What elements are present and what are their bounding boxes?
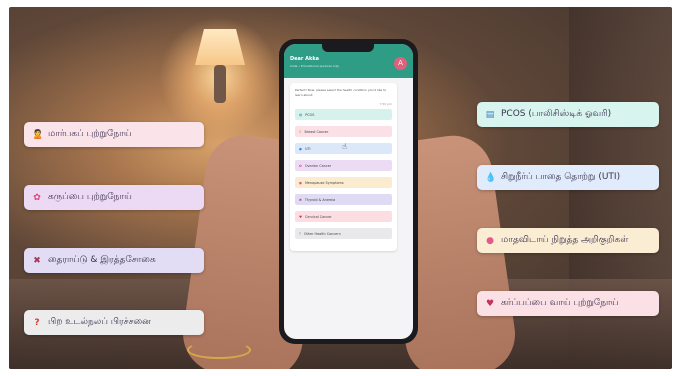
option-cervical-cancer[interactable]: ♥ Cervical Cancer: [295, 211, 392, 222]
option-thyroid-anemia[interactable]: ✖ Thyroid & Anemia: [295, 194, 392, 205]
right-pill-pcos: ▤ PCOS (பாலிசிஸ்டிக் ஓவரி): [477, 102, 659, 127]
right-pill-label: PCOS (பாலிசிஸ்டிக் ஓவரி): [501, 109, 612, 119]
option-pcos[interactable]: ▤ PCOS: [295, 109, 392, 120]
option-label: Menopause Symptoms: [304, 180, 344, 185]
question-icon: ?: [34, 317, 40, 328]
left-pill-label: மார்பகப் புற்றுநோய்: [48, 129, 132, 139]
bracelet: [187, 341, 251, 359]
heart-icon: ♥: [485, 298, 495, 309]
left-pill-other: ? பிற உடல்நலப் பிரச்சனை: [24, 310, 204, 335]
option-label: Breast Cancer: [304, 129, 329, 134]
app-title: Dear Akka: [290, 56, 320, 62]
left-pill-label: கருப்பை புற்றுநோய்: [48, 192, 132, 202]
right-pill-label: சிறுநீர்ப் பாதை தொற்று (UTI): [501, 172, 621, 182]
option-label: UTI: [304, 146, 311, 151]
phone-screen: Dear Akka India • Educational purpose on…: [284, 44, 413, 339]
circle-icon: ●: [299, 180, 302, 185]
lamp-base: [214, 65, 226, 103]
option-breast-cancer[interactable]: ♀ Breast Cancer: [295, 126, 392, 137]
option-label: Thyroid & Anemia: [304, 197, 336, 202]
option-other[interactable]: ? Other Health Concern: [295, 228, 392, 239]
flower-icon: ✿: [299, 163, 302, 168]
left-pill-label: பிற உடல்நலப் பிரச்சனை: [48, 317, 151, 327]
left-pill-breast-cancer: 🙎 மார்பகப் புற்றுநோய்: [24, 122, 204, 147]
phone: Dear Akka India • Educational purpose on…: [279, 39, 418, 344]
right-pill-menopause: ● மாதவிடாய் நிறுத்த அறிகுறிகள்: [477, 228, 659, 253]
option-ovarian-cancer[interactable]: ✿ Ovarian Cancer: [295, 160, 392, 171]
phone-notch: [322, 44, 374, 52]
left-pill-label: தைராய்டு & இரத்தசோகை: [48, 255, 156, 265]
heart-icon: ♥: [299, 214, 303, 219]
message-time: 7:50 pm: [379, 102, 392, 106]
right-pill-uti: 💧 சிறுநீர்ப் பாதை தொற்று (UTI): [477, 165, 659, 190]
right-pill-label: கர்ப்பப்பை வாய் புற்றுநோய்: [501, 298, 619, 308]
option-label: Cervical Cancer: [305, 214, 332, 219]
option-menopause[interactable]: ● Menopause Symptoms: [295, 177, 392, 188]
right-pill-label: மாதவிடாய் நிறுத்த அறிகுறிகள்: [501, 235, 629, 245]
option-label: Ovarian Cancer: [304, 163, 332, 168]
chat-card: Perfect! Now, please select the health c…: [290, 83, 397, 251]
female-icon: 🙎: [32, 129, 44, 140]
avatar[interactable]: A: [394, 57, 407, 70]
document-icon: ▤: [485, 109, 495, 120]
flower-icon: ✿: [33, 192, 41, 203]
butterfly-icon: ✖: [33, 255, 41, 266]
question-icon: ?: [299, 231, 301, 236]
left-pill-thyroid-anemia: ✖ தைராய்டு & இரத்தசோகை: [24, 248, 204, 273]
option-label: Other Health Concern: [303, 231, 341, 236]
butterfly-icon: ✖: [299, 197, 302, 202]
droplet-icon: ●: [299, 146, 302, 151]
right-pill-cervical-cancer: ♥ கர்ப்பப்பை வாய் புற்றுநோய்: [477, 291, 659, 316]
hand-cursor-icon: ☝: [342, 142, 347, 151]
female-icon: ♀: [299, 129, 302, 134]
circle-icon: ●: [486, 235, 494, 246]
app-subtitle: India • Educational purpose only: [290, 64, 340, 68]
document-icon: ▤: [299, 112, 303, 117]
option-label: PCOS: [305, 112, 315, 117]
chat-message: Perfect! Now, please select the health c…: [295, 88, 387, 97]
droplet-icon: 💧: [485, 172, 497, 183]
left-pill-ovarian-cancer: ✿ கருப்பை புற்றுநோய்: [24, 185, 204, 210]
